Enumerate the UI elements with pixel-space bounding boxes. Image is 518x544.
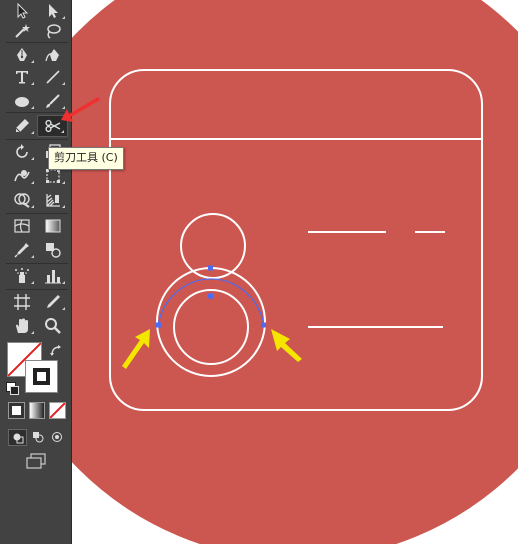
shape-builder-tool-icon[interactable] [6, 189, 37, 211]
color-mode-buttons [8, 402, 67, 420]
blend-tool-icon[interactable] [37, 239, 68, 261]
perspective-grid-tool-icon[interactable] [37, 189, 68, 211]
anchor-point-top[interactable] [208, 265, 213, 271]
type-tool-icon[interactable] [6, 66, 37, 88]
lasso-tool-icon[interactable] [37, 20, 68, 42]
anchor-point-right[interactable] [261, 322, 266, 328]
artboard-tool-icon[interactable] [6, 291, 37, 313]
ellipse-tool-icon[interactable] [6, 90, 37, 112]
column-graph-tool-icon[interactable] [37, 265, 68, 287]
artboard-canvas[interactable] [72, 0, 518, 544]
gradient-tool-icon[interactable] [37, 215, 68, 237]
anchor-point-left[interactable] [156, 322, 161, 328]
color-button[interactable] [8, 402, 25, 419]
curvature-tool-icon[interactable] [37, 44, 68, 66]
mesh-tool-icon[interactable] [6, 215, 37, 237]
background-circle [72, 0, 518, 544]
pencil-tool-icon[interactable] [6, 115, 37, 137]
warp-tool-icon[interactable] [6, 165, 37, 187]
default-fill-stroke-icon[interactable] [6, 382, 19, 395]
line-segment-tool-icon[interactable] [37, 66, 68, 88]
slice-tool-icon[interactable] [37, 291, 68, 313]
magic-wand-tool-icon[interactable] [6, 20, 37, 42]
draw-behind-icon[interactable] [29, 429, 46, 444]
rotate-tool-icon[interactable] [6, 141, 37, 163]
zoom-tool-icon[interactable] [37, 315, 68, 337]
pen-tool-icon[interactable] [6, 44, 37, 66]
none-button[interactable] [49, 402, 67, 419]
gradient-button[interactable] [28, 402, 46, 419]
draw-inside-icon[interactable] [49, 429, 66, 444]
screen-mode-icon[interactable] [25, 453, 47, 469]
selection-tool-icon[interactable] [6, 0, 37, 22]
draw-mode-buttons [8, 429, 66, 446]
red-arrow [61, 97, 100, 122]
scissors-tool-tooltip: 剪刀工具 (C) [48, 147, 124, 170]
direct-selection-tool-icon[interactable] [37, 0, 68, 22]
draw-normal-icon[interactable] [8, 429, 28, 446]
tools-panel: 剪刀工具 (C) [0, 0, 124, 544]
eyedropper-tool-icon[interactable] [6, 239, 37, 261]
swap-fill-stroke-icon[interactable] [49, 343, 63, 357]
stroke-swatch[interactable] [25, 360, 58, 393]
symbol-sprayer-tool-icon[interactable] [6, 265, 37, 287]
path-center-point [208, 293, 213, 299]
hand-tool-icon[interactable] [6, 315, 37, 337]
